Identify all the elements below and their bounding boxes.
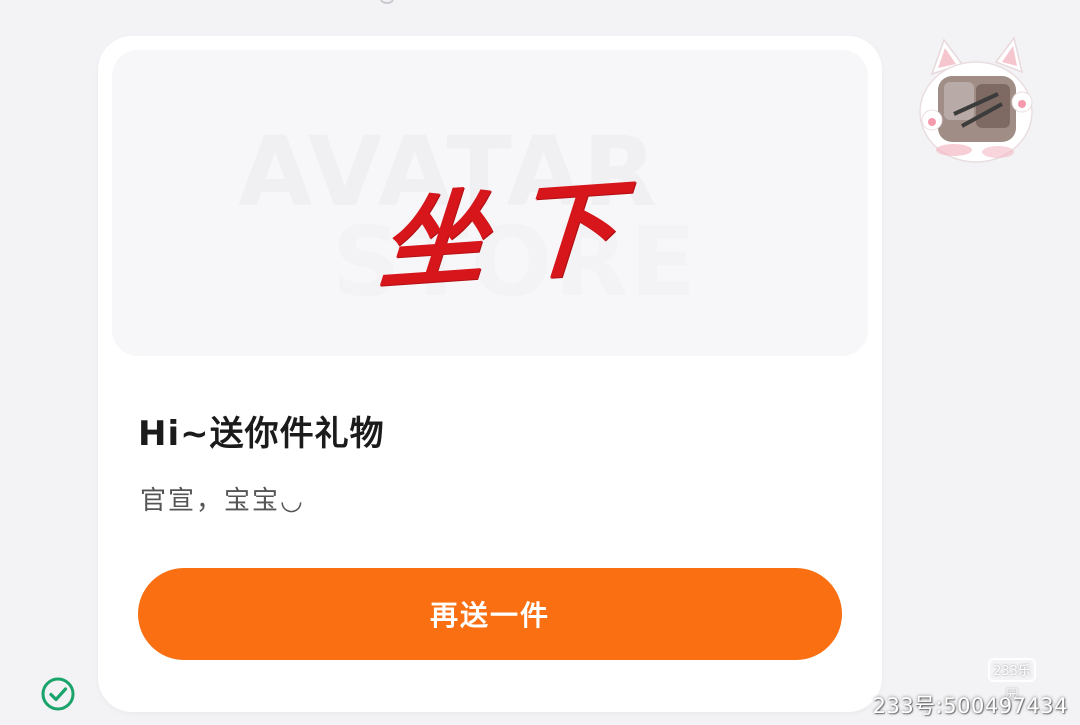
scroll-indicator [380, 0, 394, 4]
app-watermark-logo: 233乐园 [988, 658, 1036, 703]
check-circle-icon [41, 677, 75, 711]
chat-screen: AVATAR STORE 坐下 Hi~送你件礼物 官宣，宝宝◡ 再送一件 233… [0, 0, 1080, 725]
gift-message: 官宣，宝宝◡ [140, 486, 305, 516]
gift-message-card[interactable]: AVATAR STORE 坐下 Hi~送你件礼物 官宣，宝宝◡ 再送一件 [98, 36, 882, 712]
gift-banner-image[interactable]: AVATAR STORE 坐下 [112, 50, 868, 356]
app-watermark-id: 233号:500497434 [872, 694, 1068, 718]
gift-title: Hi~送你件礼物 [138, 414, 385, 454]
gift-calligraphy-text: 坐下 [376, 164, 647, 305]
resend-gift-button[interactable]: 再送一件 [138, 568, 842, 660]
user-avatar[interactable] [914, 34, 1038, 166]
